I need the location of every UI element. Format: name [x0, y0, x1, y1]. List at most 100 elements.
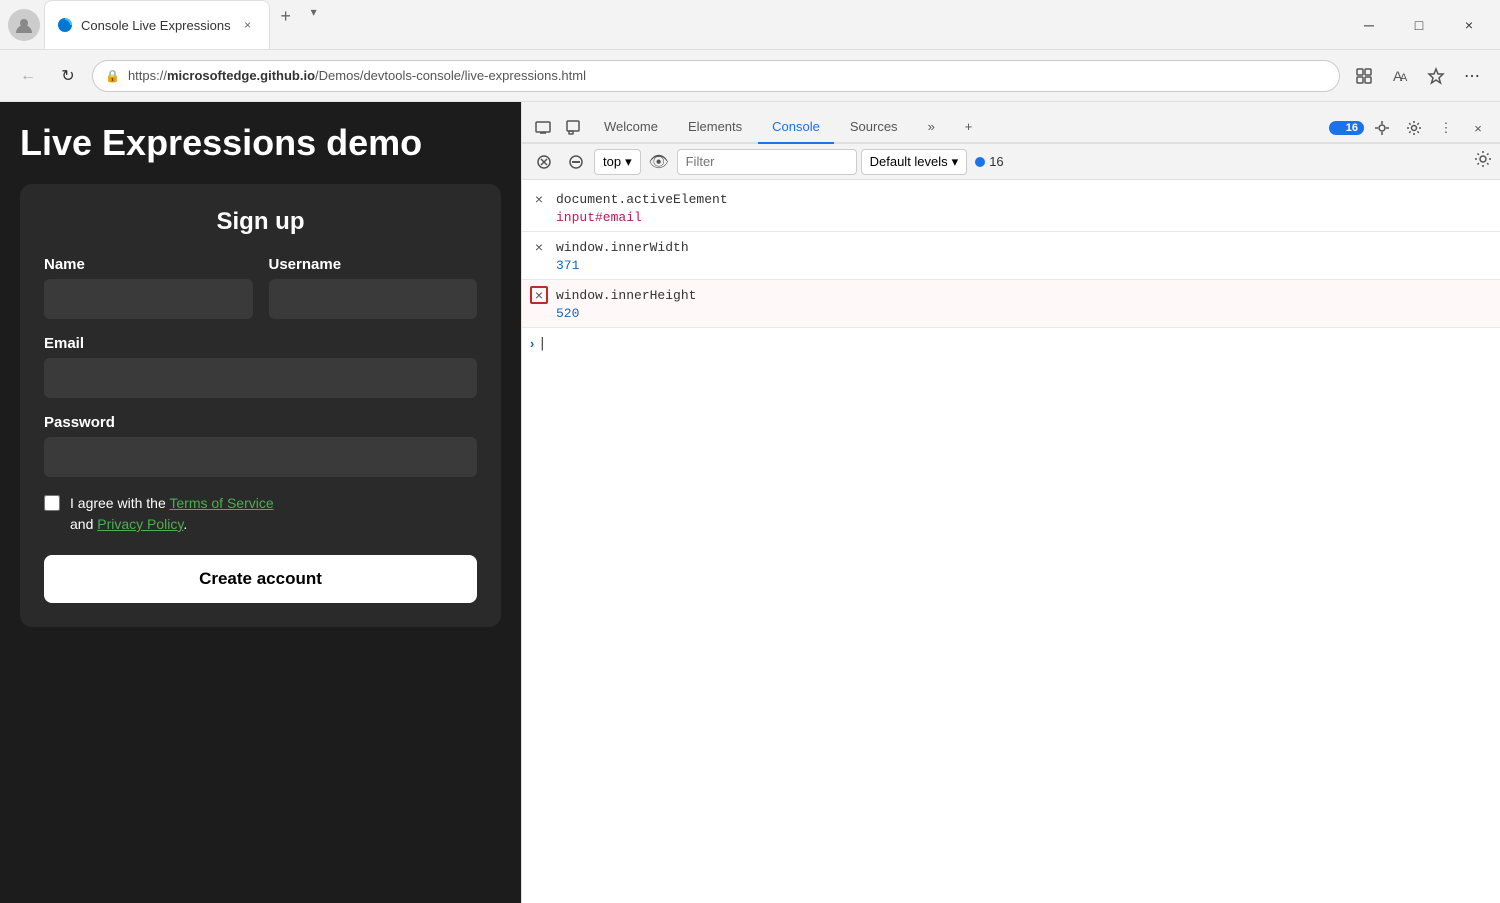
- refresh-button[interactable]: ↻: [52, 60, 84, 92]
- minimize-button[interactable]: ─: [1346, 9, 1392, 41]
- maximize-button[interactable]: □: [1396, 9, 1442, 41]
- tab-elements[interactable]: Elements: [674, 111, 756, 144]
- name-group: Name: [44, 256, 253, 319]
- expression-text-2: window.innerWidth: [556, 240, 689, 255]
- expression-window-innerHeight: × window.innerHeight 520: [522, 280, 1500, 328]
- expression-value-1: input#email: [530, 210, 1492, 225]
- expression-value-2: 371: [530, 258, 1492, 273]
- address-input[interactable]: 🔒 https://microsoftedge.github.io/Demos/…: [92, 60, 1340, 92]
- checkbox-label-text: I agree with the Terms of Service and Pr…: [70, 493, 274, 535]
- read-aloud-icon[interactable]: AA: [1384, 60, 1416, 92]
- collections-icon[interactable]: [1348, 60, 1380, 92]
- default-levels-label: Default levels: [870, 154, 948, 169]
- tab-console[interactable]: Console: [758, 111, 834, 144]
- default-levels-dropdown-icon: ▾: [952, 154, 959, 170]
- devtools-network-icon[interactable]: [1368, 114, 1396, 142]
- tab-sources[interactable]: Sources: [836, 111, 912, 144]
- stop-button[interactable]: [562, 148, 590, 176]
- username-input[interactable]: [269, 279, 478, 319]
- eye-icon: 👁: [648, 152, 668, 172]
- privacy-link[interactable]: Privacy Policy: [97, 516, 183, 532]
- username-label: Username: [269, 256, 478, 273]
- name-input[interactable]: [44, 279, 253, 319]
- tab-favicon: [57, 17, 73, 33]
- devtools-settings-icon[interactable]: [1400, 114, 1428, 142]
- console-output: × document.activeElement input#email × w…: [522, 180, 1500, 903]
- console-settings-icon[interactable]: [1474, 150, 1492, 173]
- eye-icon-button[interactable]: 👁: [645, 148, 673, 176]
- devtools-close-icon[interactable]: ×: [1464, 114, 1492, 142]
- create-account-button[interactable]: Create account: [44, 555, 477, 603]
- form-heading: Sign up: [44, 208, 477, 236]
- profile-icon[interactable]: [8, 9, 40, 41]
- devtools-inspect-icon[interactable]: [560, 114, 588, 142]
- clear-console-button[interactable]: [530, 148, 558, 176]
- devtools-device-icon[interactable]: [530, 114, 558, 142]
- default-levels-selector[interactable]: Default levels ▾: [861, 149, 968, 175]
- expression-window-innerWidth: × window.innerWidth 371: [522, 232, 1500, 280]
- new-tab-button[interactable]: +: [270, 0, 302, 32]
- password-label: Password: [44, 414, 477, 431]
- badge-count: 16: [989, 154, 1003, 169]
- tab-bar: Console Live Expressions × + ▾: [44, 0, 1342, 49]
- expression-close-1[interactable]: ×: [530, 190, 548, 208]
- tab-close-button[interactable]: ×: [239, 16, 257, 34]
- url-protocol: https://: [128, 68, 167, 83]
- webpage-panel: Live Expressions demo Sign up Name Usern…: [0, 102, 521, 903]
- devtools-tab-icons: 16 ⋮ ×: [1329, 114, 1492, 142]
- tab-add[interactable]: +: [951, 111, 987, 144]
- name-label: Name: [44, 256, 253, 273]
- issues-badge: 16: [1329, 121, 1364, 135]
- console-chevron: ›: [530, 336, 534, 351]
- terms-checkbox-row: I agree with the Terms of Service and Pr…: [44, 493, 477, 535]
- expression-close-2[interactable]: ×: [530, 238, 548, 256]
- terms-checkbox[interactable]: [44, 495, 60, 511]
- title-bar: Console Live Expressions × + ▾ ─ □ ×: [0, 0, 1500, 50]
- context-label: top: [603, 154, 621, 169]
- expression-close-3[interactable]: ×: [530, 286, 548, 304]
- filter-input[interactable]: [677, 149, 857, 175]
- more-menu-button[interactable]: ⋯: [1456, 60, 1488, 92]
- favorites-icon[interactable]: [1420, 60, 1452, 92]
- expression-text-3: window.innerHeight: [556, 288, 696, 303]
- tab-dropdown-button[interactable]: ▾: [302, 0, 326, 24]
- name-username-row: Name Username: [44, 256, 477, 319]
- devtools-tab-bar: Welcome Elements Console Sources » + 16: [522, 102, 1500, 144]
- lock-icon: 🔒: [105, 69, 120, 83]
- password-input[interactable]: [44, 437, 477, 477]
- email-input[interactable]: [44, 358, 477, 398]
- period: .: [183, 516, 187, 532]
- and-text: and: [70, 516, 97, 532]
- devtools-panel: Welcome Elements Console Sources » + 16: [521, 102, 1500, 903]
- address-bar: ← ↻ 🔒 https://microsoftedge.github.io/De…: [0, 50, 1500, 102]
- main-area: Live Expressions demo Sign up Name Usern…: [0, 102, 1500, 903]
- email-label: Email: [44, 335, 477, 352]
- expression-text-1: document.activeElement: [556, 192, 728, 207]
- tab-welcome[interactable]: Welcome: [590, 111, 672, 144]
- context-dropdown-icon: ▾: [625, 154, 632, 170]
- tab-title: Console Live Expressions: [81, 18, 231, 33]
- page-title: Live Expressions demo: [20, 122, 501, 164]
- browser-window: Console Live Expressions × + ▾ ─ □ × ← ↻…: [0, 0, 1500, 903]
- back-button[interactable]: ←: [12, 60, 44, 92]
- password-group: Password: [44, 414, 477, 477]
- url-path: /Demos/devtools-console/live-expressions…: [315, 68, 586, 83]
- close-button[interactable]: ×: [1446, 9, 1492, 41]
- expression-value-3: 520: [530, 306, 1492, 321]
- active-tab[interactable]: Console Live Expressions ×: [44, 0, 270, 49]
- expression-document-activeElement: × document.activeElement input#email: [522, 184, 1500, 232]
- devtools-more-icon[interactable]: ⋮: [1432, 114, 1460, 142]
- console-toolbar: top ▾ 👁 Default levels ▾ 16: [522, 144, 1500, 180]
- username-group: Username: [269, 256, 478, 319]
- address-text: https://microsoftedge.github.io/Demos/de…: [128, 68, 1327, 83]
- console-input-line: › |: [522, 328, 1500, 359]
- email-group: Email: [44, 335, 477, 398]
- terms-link[interactable]: Terms of Service: [169, 495, 273, 511]
- svg-text:A: A: [1400, 72, 1408, 84]
- console-cursor[interactable]: |: [538, 336, 546, 351]
- info-dot: [975, 157, 985, 167]
- context-selector[interactable]: top ▾: [594, 149, 641, 175]
- tab-overflow[interactable]: »: [914, 111, 949, 144]
- issues-dot: [1335, 124, 1343, 132]
- toolbar-icons: AA ⋯: [1348, 60, 1488, 92]
